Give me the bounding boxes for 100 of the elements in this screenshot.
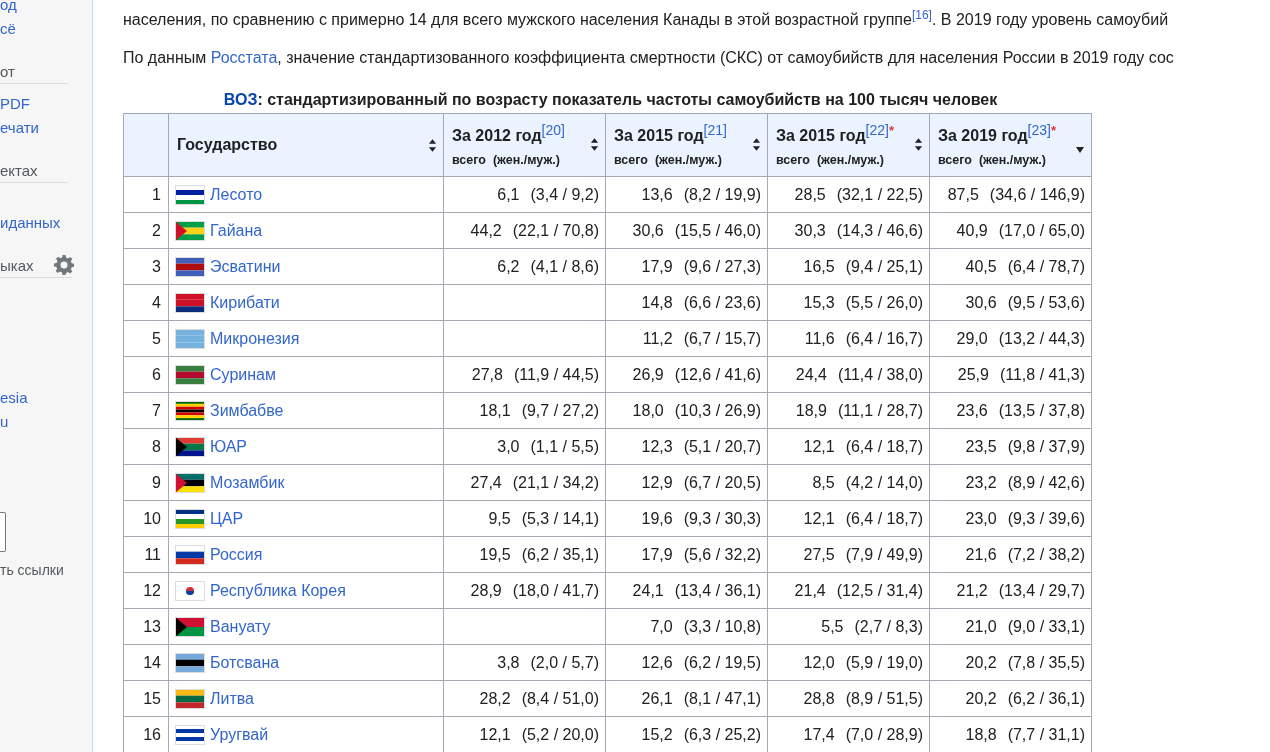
reference-link[interactable]: [16] (911, 7, 932, 22)
sort-icon[interactable] (590, 138, 599, 152)
table-cell: 23,6 (13,5 / 37,8) (929, 392, 1092, 429)
table-cell: 28,8 (8,9 / 51,5) (767, 680, 930, 717)
sidebar-link[interactable]: ть ссылки (0, 562, 92, 578)
sidebar-link[interactable]: од (0, 0, 92, 17)
table-cell: 23,5 (9,8 / 37,9) (929, 428, 1092, 465)
sidebar-heading: ыках (0, 256, 34, 274)
rank-cell: 13 (123, 608, 169, 645)
table-cell: 27,5 (7,9 / 49,9) (767, 536, 930, 573)
flag-icon (175, 724, 205, 745)
table-cell: 11,6 (6,4 / 16,7) (767, 320, 930, 357)
flag-icon (175, 220, 205, 241)
flag-icon (175, 292, 205, 313)
table-cell: 29,0 (13,2 / 44,3) (929, 320, 1092, 357)
flag-icon (175, 544, 205, 565)
table-cell: 12,1 (6,4 / 18,7) (767, 500, 930, 537)
flag-icon (175, 616, 205, 637)
country-link[interactable]: Суринам (210, 365, 276, 384)
table-cell: 44,2 (22,1 / 70,8) (443, 212, 606, 249)
flag-icon (175, 472, 205, 493)
country-link[interactable]: Эсватини (210, 257, 281, 276)
rank-cell: 12 (123, 572, 169, 609)
table-cell: 9,5 (5,3 / 14,1) (443, 500, 606, 537)
country-link[interactable]: Гайана (210, 221, 263, 240)
sort-icon[interactable] (428, 138, 437, 152)
sort-icon[interactable] (752, 138, 761, 152)
table-cell: 24,1 (13,4 / 36,1) (605, 572, 768, 609)
table-cell: 28,5 (32,1 / 22,5) (767, 176, 930, 213)
flag-icon (175, 256, 205, 277)
table-cell: 11,2 (6,7 / 15,7) (605, 320, 768, 357)
table-cell: 6,2 (4,1 / 8,6) (443, 248, 606, 285)
country-link[interactable]: Россия (210, 545, 263, 564)
sidebar-link[interactable]: esia (0, 386, 92, 410)
table-cell: 17,9 (9,6 / 27,3) (605, 248, 768, 285)
table-cell: 18,9 (11,1 / 28,7) (767, 392, 930, 429)
country-link[interactable]: Вануату (210, 617, 271, 636)
country-link[interactable]: Мозамбик (210, 473, 285, 492)
table-cell: 3,0 (1,1 / 5,5) (443, 428, 606, 465)
flag-icon (175, 508, 205, 529)
flag-icon (175, 184, 205, 205)
sort-descending-icon[interactable] (1075, 147, 1085, 153)
country-link[interactable]: Литва (210, 689, 254, 708)
table-cell: 12,0 (5,9 / 19,0) (767, 644, 930, 681)
table-cell: 28,2 (8,4 / 51,0) (443, 680, 606, 717)
column-header[interactable]: Государство (168, 113, 444, 177)
table-cell: 20,2 (6,2 / 36,1) (929, 680, 1092, 717)
table-cell: 26,1 (8,1 / 47,1) (605, 680, 768, 717)
rank-cell: 14 (123, 644, 169, 681)
table-cell: 27,4 (21,1 / 34,2) (443, 464, 606, 501)
flag-icon (175, 328, 205, 349)
country-link[interactable]: Лесото (210, 185, 263, 204)
rank-cell: 2 (123, 212, 169, 249)
settings-icon[interactable] (54, 255, 74, 275)
table-cell: 26,9 (12,6 / 41,6) (605, 356, 768, 393)
table-cell: 15,3 (5,5 / 26,0) (767, 284, 930, 321)
table-cell: 16,5 (9,4 / 25,1) (767, 248, 930, 285)
article-link[interactable]: Росстата (210, 49, 278, 66)
table-cell: 30,6 (15,5 / 46,0) (605, 212, 768, 249)
sidebar-link[interactable]: иданных (0, 211, 92, 235)
table-cell: 14,8 (6,6 / 23,6) (605, 284, 768, 321)
country-link[interactable]: Зимбабве (210, 401, 284, 420)
rank-cell: 11 (123, 536, 169, 573)
column-header[interactable]: За 2012 год$^{[20]}$ всего (жен./муж.) (443, 113, 606, 177)
input-field[interactable] (0, 512, 6, 552)
table-cell: 23,2 (8,9 / 42,6) (929, 464, 1092, 501)
rank-cell: 15 (123, 680, 169, 717)
table-cell: 87,5 (34,6 / 146,9) (929, 176, 1092, 213)
table-cell: 3,8 (2,0 / 5,7) (443, 644, 606, 681)
table-cell: 12,1 (6,4 / 18,7) (767, 428, 930, 465)
paragraph: населения, по сравнению с примерно 14 для всего мужского населения Канады в этой возрастной группе$^{[16]}$. В 2019 году уровень самоубий (123, 8, 1170, 30)
table-cell: 17,9 (5,6 / 32,2) (605, 536, 768, 573)
table-cell: 21,4 (12,5 / 31,4) (767, 572, 930, 609)
flag-icon (175, 688, 205, 709)
table-cell: 12,9 (6,7 / 20,5) (605, 464, 768, 501)
rank-cell: 7 (123, 392, 169, 429)
sidebar-link[interactable]: сё (0, 17, 92, 41)
table-cell: 12,3 (5,1 / 20,7) (605, 428, 768, 465)
country-link[interactable]: ЮАР (210, 437, 247, 456)
table-cell: 19,5 (6,2 / 35,1) (443, 536, 606, 573)
flag-icon (175, 436, 205, 457)
sidebar-link[interactable]: PDF (0, 92, 92, 116)
table-cell: 8,5 (4,2 / 14,0) (767, 464, 930, 501)
table-cell: 24,4 (11,4 / 38,0) (767, 356, 930, 393)
column-header[interactable]: За 2015 год$^{[21]}$ всего (жен./муж.) (605, 113, 768, 177)
table-cell: 30,6 (9,5 / 53,6) (929, 284, 1092, 321)
sort-icon[interactable] (914, 138, 923, 152)
sidebar-link[interactable]: ечати (0, 116, 92, 140)
table-cell: 21,6 (7,2 / 38,2) (929, 536, 1092, 573)
country-link[interactable]: Кирибати (210, 293, 280, 312)
sidebar-link[interactable]: u (0, 410, 92, 434)
country-link[interactable]: Микронезия (210, 329, 300, 348)
table-cell: 19,6 (9,3 / 30,3) (605, 500, 768, 537)
country-link[interactable]: Уругвай (210, 725, 269, 744)
flag-icon (175, 580, 205, 601)
country-link[interactable]: ЦАР (210, 509, 244, 528)
rank-cell: 6 (123, 356, 169, 393)
caption-link[interactable]: ВОЗ (223, 91, 258, 108)
country-link[interactable]: Ботсвана (210, 653, 280, 672)
flag-icon (175, 400, 205, 421)
